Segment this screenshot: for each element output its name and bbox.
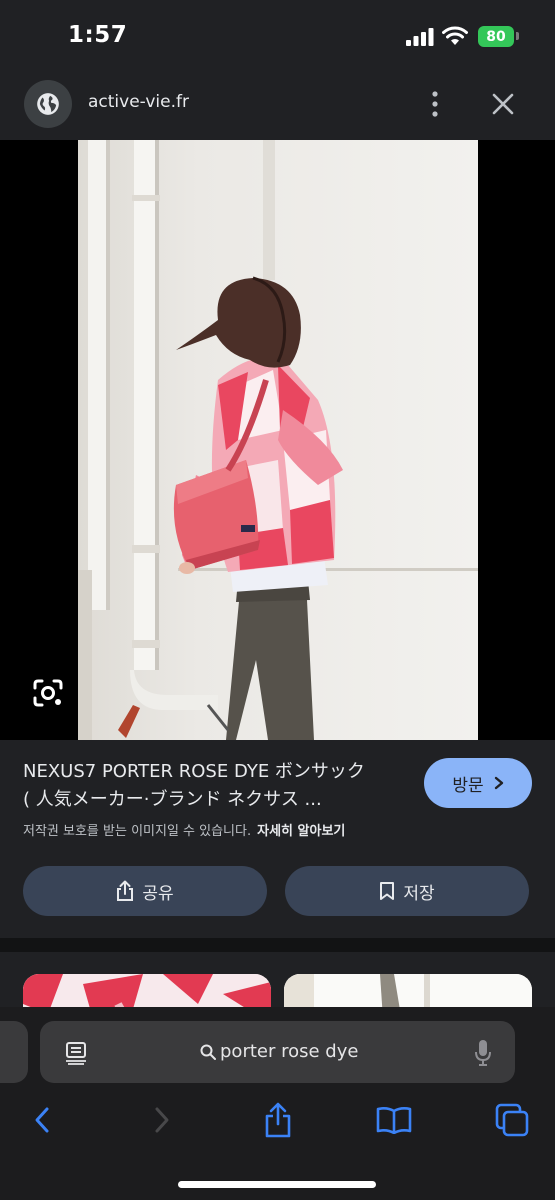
result-title[interactable]: NEXUS7 PORTER ROSE DYE ボンサック ( 人気メーカー·ブラ… [23,758,413,814]
source-domain[interactable]: active-vie.fr [88,92,189,112]
home-indicator [178,1181,376,1188]
forward-button[interactable] [144,1103,180,1137]
result-info-panel: NEXUS7 PORTER ROSE DYE ボンサック ( 人気メーカー·ブラ… [0,740,555,938]
result-title-line1: NEXUS7 PORTER ROSE DYE ボンサック [23,761,365,782]
book-icon [376,1107,412,1134]
chevron-right-icon [494,776,503,790]
bookmark-icon [380,882,395,900]
share-label: 공유 [142,883,174,904]
battery-cap [516,32,519,40]
visit-label: 방문 [452,775,484,796]
wifi-icon [442,26,468,45]
close-icon[interactable] [490,91,516,117]
save-button[interactable]: 저장 [285,866,529,916]
image-preview-area [0,140,555,740]
section-divider [0,938,555,952]
search-query-text: porter rose dye [220,1041,359,1062]
visit-button[interactable]: 방문 [424,758,532,808]
search-query[interactable]: porter rose dye [200,1041,358,1062]
result-title-line2: ( 人気メーカー·ブランド ネクサス ... [23,789,322,810]
site-favicon[interactable] [24,80,72,128]
globe-icon [37,93,59,115]
mic-icon[interactable] [474,1039,492,1067]
previous-tab-peek[interactable] [0,1021,28,1083]
back-button[interactable] [24,1103,60,1137]
tabs-icon [495,1103,529,1137]
browser-toolbar: porter rose dye [0,1007,555,1200]
save-label: 저장 [403,883,435,904]
result-photo[interactable] [78,140,478,740]
learn-more-link[interactable]: 자세히 알아보기 [257,824,345,839]
reader-icon[interactable] [64,1041,88,1065]
viewer-header: active-vie.fr [0,72,555,140]
status-bar: 1:57 80 [0,0,555,72]
signal-icon [406,28,434,46]
share-icon [117,880,134,901]
tabs-button[interactable] [494,1103,530,1137]
photo-illustration [78,140,478,740]
copyright-notice: 저작권 보호를 받는 이미지일 수 있습니다. 자세히 알아보기 [23,820,345,839]
share-toolbar-button[interactable] [260,1102,296,1138]
bookmarks-button[interactable] [376,1103,412,1137]
more-vert-icon[interactable] [424,90,446,118]
share-icon [265,1102,291,1138]
back-icon [35,1107,49,1133]
lens-icon[interactable] [32,678,64,708]
battery-level: 80 [486,28,506,45]
status-time: 1:57 [68,22,128,48]
battery-indicator: 80 [478,26,514,47]
forward-icon [155,1107,169,1133]
search-icon [200,1044,216,1060]
share-button[interactable]: 공유 [23,866,267,916]
copyright-text: 저작권 보호를 받는 이미지일 수 있습니다. [23,824,252,839]
address-bar[interactable]: porter rose dye [40,1021,515,1083]
